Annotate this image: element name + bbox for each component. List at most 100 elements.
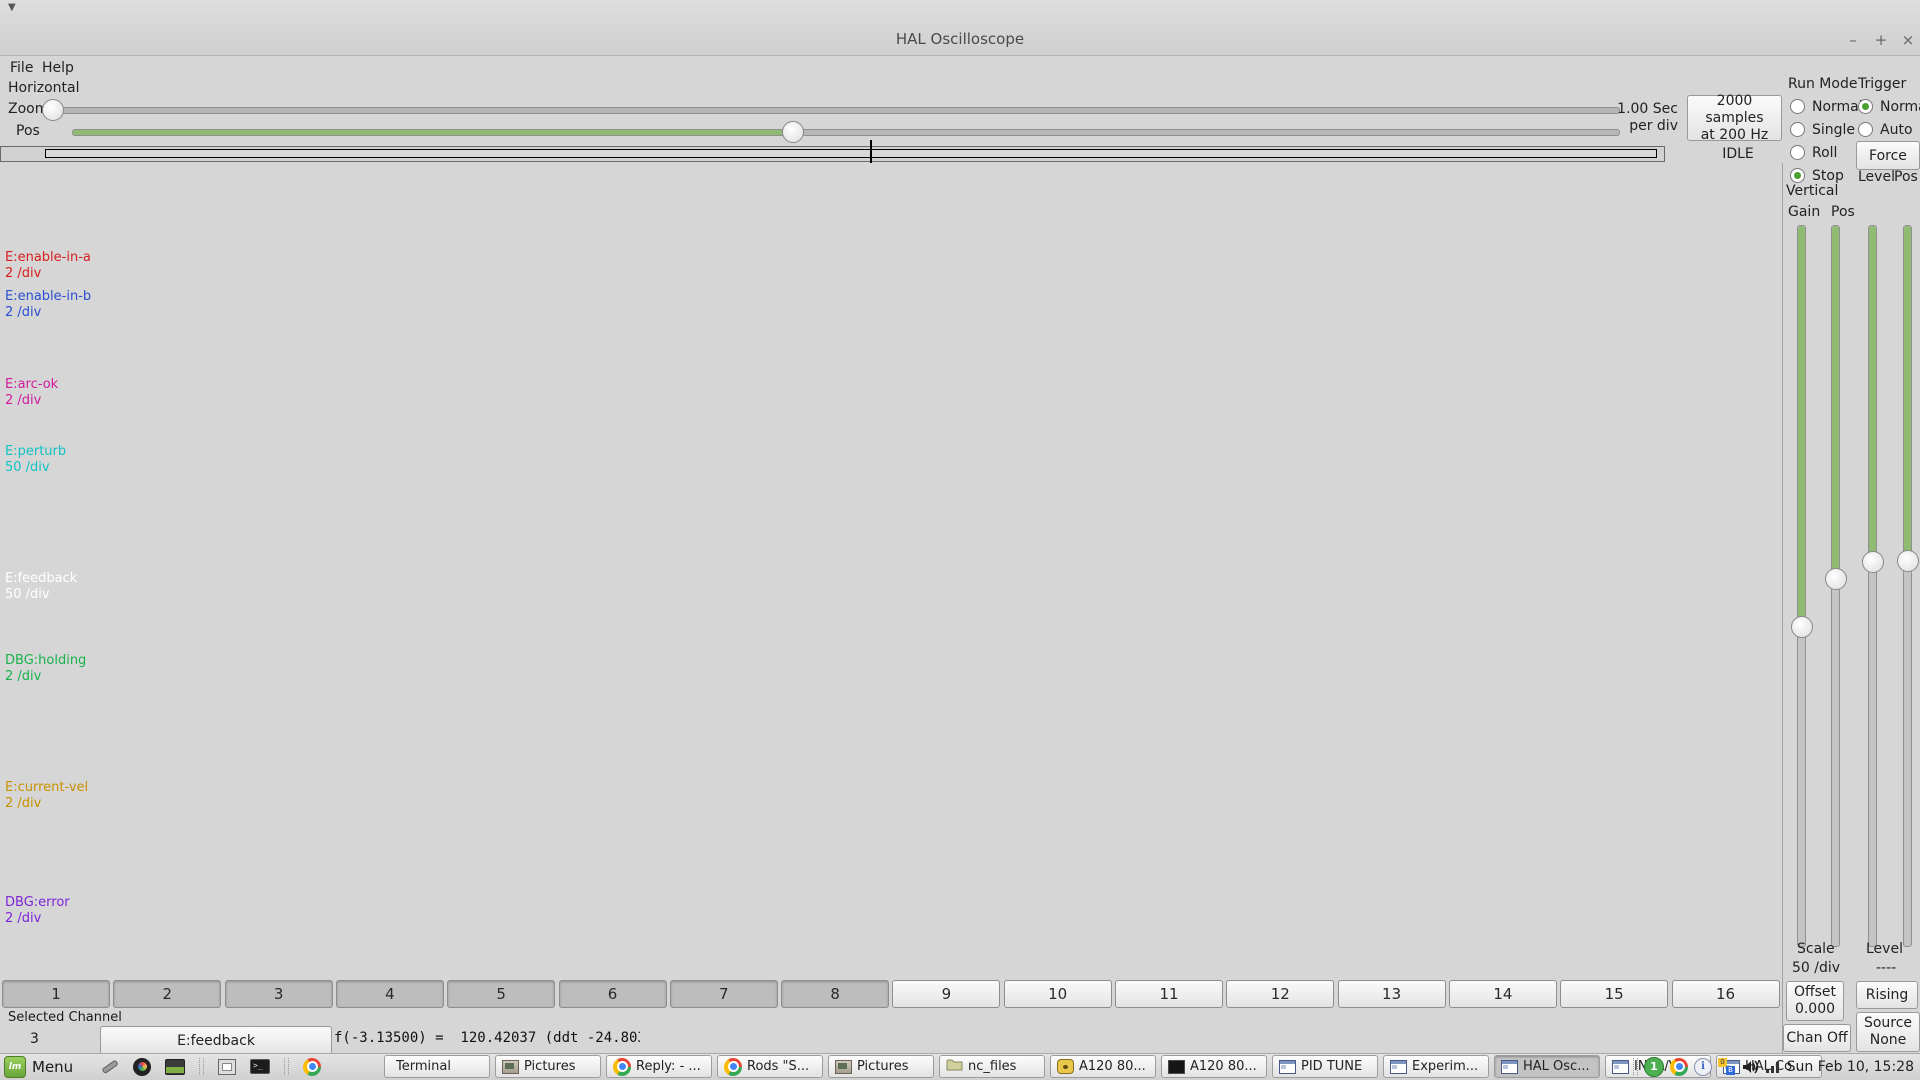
radio-icon <box>1790 168 1805 183</box>
channel-button-11[interactable]: 11 <box>1115 980 1223 1008</box>
channel-button-2[interactable]: 2 <box>113 980 222 1008</box>
channel-scale: 2 /div <box>5 911 42 926</box>
channel-button-6[interactable]: 6 <box>558 980 667 1008</box>
radio-label: Normal <box>1880 98 1920 115</box>
trigger-mode-auto[interactable]: Auto <box>1858 118 1920 141</box>
taskbar-window-rods-s-[interactable]: Rods "S... <box>717 1055 823 1078</box>
channel-button-9[interactable]: 9 <box>892 980 1001 1008</box>
chan-off-button[interactable]: Chan Off <box>1783 1024 1851 1052</box>
taskbar-window-a120-80-[interactable]: A120 80... <box>1161 1055 1267 1078</box>
radio-label: Normal <box>1812 98 1863 115</box>
pos-slider[interactable] <box>72 129 1620 136</box>
camera-icon[interactable] <box>133 1057 151 1076</box>
window-menu-icon[interactable]: ▼ <box>8 2 16 13</box>
taskbar-menu-button[interactable]: lm Menu <box>4 1053 73 1080</box>
channel-button-1[interactable]: 1 <box>2 980 110 1008</box>
channel-button-7[interactable]: 7 <box>669 980 778 1008</box>
channel-label-4: E:perturb 50 /div <box>5 444 66 476</box>
channel-button-15[interactable]: 15 <box>1560 980 1669 1008</box>
channel-button-5[interactable]: 5 <box>447 980 556 1008</box>
files-icon[interactable] <box>165 1058 185 1075</box>
taskbar-window-a120-80-[interactable]: A120 80... <box>1050 1055 1156 1078</box>
image-icon <box>835 1059 852 1074</box>
trigger-position-marker[interactable] <box>870 140 872 163</box>
gain-slider[interactable] <box>1797 225 1806 947</box>
chrome-icon[interactable] <box>303 1057 321 1076</box>
channel-name: E:perturb <box>5 444 67 459</box>
image-icon <box>502 1059 519 1074</box>
screenshot-icon[interactable] <box>218 1058 236 1075</box>
level-value: ---- <box>1876 960 1897 976</box>
time-per-div: 1.00 Sec per div <box>1617 101 1678 134</box>
channel-button-14[interactable]: 14 <box>1448 980 1557 1008</box>
menu-file[interactable]: File <box>6 58 37 78</box>
trigger-level-slider-handle[interactable] <box>1862 551 1884 573</box>
radio-icon <box>1858 122 1873 137</box>
record-scrollbar-thumb[interactable] <box>45 149 1657 158</box>
taskbar-window-hal-osc-[interactable]: HAL Osc... <box>1494 1055 1600 1078</box>
trigger-mode-normal[interactable]: Normal <box>1858 95 1920 118</box>
channel-scale: 50 /div <box>5 587 50 602</box>
chrome-icon <box>724 1057 742 1076</box>
minimize-button[interactable]: – <box>1843 31 1863 49</box>
run-mode-normal[interactable]: Normal <box>1790 95 1863 118</box>
run-mode-single[interactable]: Single <box>1790 118 1863 141</box>
trigger-level-label: Level <box>1858 169 1895 185</box>
window-icon <box>1501 1059 1518 1074</box>
shield-icon[interactable]: i <box>1694 1057 1712 1076</box>
network-icon[interactable] <box>1765 1060 1781 1074</box>
channel-button-10[interactable]: 10 <box>1003 980 1112 1008</box>
zoom-slider-handle[interactable] <box>42 99 64 121</box>
taskbar-window-nc-files[interactable]: nc_files <box>939 1055 1045 1078</box>
channel-name: E:enable-in-b <box>5 289 92 304</box>
channel-name: DBG:holding <box>5 653 87 668</box>
channel-label-6: DBG:holding 2 /div <box>5 653 86 685</box>
taskbar-window-pictures[interactable]: Pictures <box>495 1055 601 1078</box>
channel-button-12[interactable]: 12 <box>1226 980 1335 1008</box>
terminal-icon[interactable]: >_ <box>250 1059 270 1074</box>
taskbar-window-experim-[interactable]: Experim... <box>1383 1055 1489 1078</box>
taskbar-window-reply-[interactable]: Reply: - ... <box>606 1055 712 1078</box>
radio-label: Single <box>1812 121 1856 138</box>
rising-button[interactable]: Rising <box>1856 981 1918 1009</box>
channel-label-2: E:enable-in-b 2 /div <box>5 289 91 321</box>
trigger-group: Normal Auto <box>1858 95 1920 141</box>
window-button-label: HAL Osc... <box>1523 1059 1590 1074</box>
close-button[interactable]: × <box>1898 31 1918 49</box>
chrome-icon[interactable] <box>1670 1057 1688 1076</box>
radio-icon <box>1790 99 1805 114</box>
channel-button-3[interactable]: 3 <box>224 980 333 1008</box>
vertical-title: Vertical <box>1786 183 1839 199</box>
trigger-pos-slider[interactable] <box>1903 225 1912 947</box>
force-button[interactable]: Force <box>1856 141 1920 170</box>
channel-button-4[interactable]: 4 <box>335 980 444 1008</box>
selected-channel-name-button[interactable]: E:feedback <box>100 1026 332 1055</box>
update-icon[interactable]: 1 <box>1644 1056 1664 1077</box>
gain-slider-handle[interactable] <box>1791 616 1813 638</box>
taskbar-clock: Sun Feb 10, 15:28 <box>1786 1058 1914 1075</box>
pos-slider-handle[interactable] <box>782 121 804 143</box>
vertical-pos-slider-handle[interactable] <box>1825 568 1847 590</box>
samples-button[interactable]: 2000 samples at 200 Hz <box>1687 93 1782 143</box>
keyboard-layout-icon[interactable]: 0B <box>1718 1058 1735 1075</box>
pos-label: Pos <box>16 123 40 139</box>
menu-help[interactable]: Help <box>38 58 78 78</box>
channel-button-13[interactable]: 13 <box>1337 980 1446 1008</box>
taskbar-window-pictures[interactable]: Pictures <box>828 1055 934 1078</box>
zoom-slider[interactable] <box>46 107 1620 114</box>
trigger-level-slider[interactable] <box>1868 225 1877 947</box>
channel-button-8[interactable]: 8 <box>781 980 890 1008</box>
taskbar-window-terminal[interactable]: Terminal <box>384 1055 490 1078</box>
channel-button-16[interactable]: 16 <box>1671 980 1780 1008</box>
source-button[interactable]: Source None <box>1856 1012 1920 1052</box>
volume-icon[interactable] <box>1741 1059 1759 1075</box>
tool-icon[interactable] <box>99 1057 119 1077</box>
window-button-label: Reply: - ... <box>636 1059 701 1074</box>
taskbar-window-pid-tune[interactable]: PID TUNE <box>1272 1055 1378 1078</box>
gimp-icon <box>1057 1059 1074 1074</box>
offset-button[interactable]: Offset 0.000 <box>1786 981 1844 1021</box>
trigger-pos-slider-handle[interactable] <box>1897 550 1919 572</box>
run-mode-roll[interactable]: Roll <box>1790 141 1863 164</box>
window-icon <box>1390 1059 1407 1074</box>
maximize-button[interactable]: + <box>1871 31 1891 49</box>
